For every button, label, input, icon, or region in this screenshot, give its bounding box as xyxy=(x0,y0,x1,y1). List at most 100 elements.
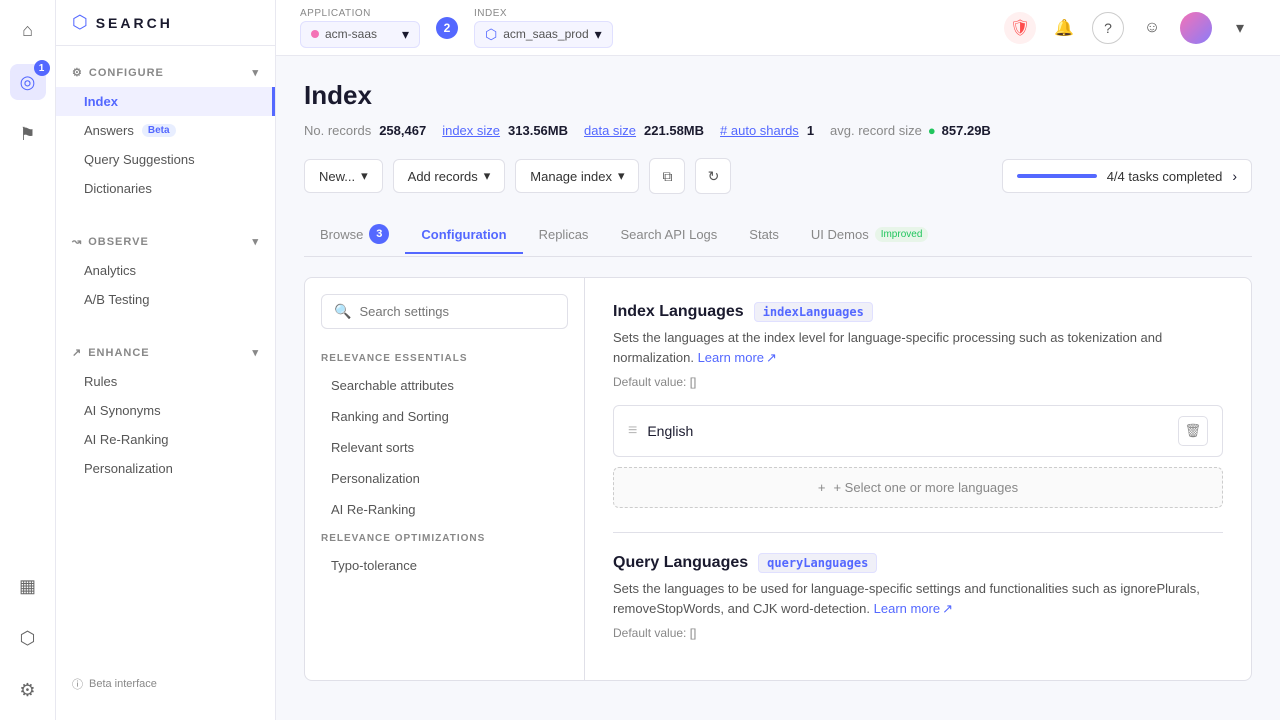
topnav: Application acm-saas ▾ 2 Index ⬡ acm_saa… xyxy=(276,0,1280,56)
app-dot xyxy=(311,30,319,38)
query-languages-title: Query Languages queryLanguages xyxy=(613,553,1223,573)
section-divider xyxy=(613,532,1223,533)
improved-badge: Improved xyxy=(875,227,929,242)
icon-bar: ⌂ ◎ 1 ⚑ ▦ ⬡ ⚙ xyxy=(0,0,56,720)
topnav-right: 🛡 🔔 ? ☺ ▾ xyxy=(1004,12,1256,44)
configure-header[interactable]: ⚙ CONFIGURE ▾ xyxy=(56,58,275,87)
new-button[interactable]: New... ▾ xyxy=(304,159,383,193)
new-chevron-icon: ▾ xyxy=(361,168,368,184)
menu-personalization[interactable]: Personalization xyxy=(321,463,568,494)
index-languages-default: Default value: [] xyxy=(613,375,1223,389)
plus-icon: + xyxy=(818,480,826,495)
tabs: Browse 3 Configuration Replicas Search A… xyxy=(304,214,1252,257)
help-icon[interactable]: ? xyxy=(1092,12,1124,44)
index-select[interactable]: ⬡ acm_saas_prod ▾ xyxy=(474,21,613,48)
index-languages-learn-more[interactable]: Learn more ↗ xyxy=(698,348,777,368)
chart-icon[interactable]: ▦ xyxy=(10,568,46,604)
stat-no-records: No. records 258,467 xyxy=(304,123,426,138)
query-languages-default: Default value: [] xyxy=(613,626,1223,640)
config-pane: 🔍 RELEVANCE ESSENTIALS Searchable attrib… xyxy=(304,277,1252,681)
stat-index-size: index size 313.56MB xyxy=(442,123,568,138)
app-name: acm-saas xyxy=(325,27,396,41)
add-language-button[interactable]: + + Select one or more languages xyxy=(613,467,1223,508)
sidebar-item-index[interactable]: Index xyxy=(56,87,275,116)
delete-english-button[interactable]: 🗑 xyxy=(1178,416,1208,446)
config-left-panel: 🔍 RELEVANCE ESSENTIALS Searchable attrib… xyxy=(305,278,585,680)
app-chevron-icon: ▾ xyxy=(402,26,409,43)
tab-stats[interactable]: Stats xyxy=(733,217,795,254)
sidebar-item-analytics[interactable]: Analytics xyxy=(56,256,275,285)
tab-configuration[interactable]: Configuration xyxy=(405,217,522,254)
database-icon[interactable]: ⬡ xyxy=(10,620,46,656)
main-area: Application acm-saas ▾ 2 Index ⬡ acm_saa… xyxy=(276,0,1280,720)
answers-beta-badge: Beta xyxy=(142,124,176,137)
sidebar-item-ab-testing[interactable]: A/B Testing xyxy=(56,285,275,314)
refresh-button[interactable]: ↻ xyxy=(695,158,731,194)
observe-header[interactable]: ↝ OBSERVE ▾ xyxy=(56,227,275,256)
stat-auto-shards: # auto shards 1 xyxy=(720,123,814,138)
smile-icon[interactable]: ☺ xyxy=(1136,12,1168,44)
page-title: Index xyxy=(304,80,1252,111)
language-name: English xyxy=(647,423,1168,439)
sidebar-item-rules[interactable]: Rules xyxy=(56,367,275,396)
enhance-section: ↗ ENHANCE ▾ Rules AI Synonyms AI Re-Rank… xyxy=(56,326,275,495)
pin-icon[interactable]: ⚑ xyxy=(10,116,46,152)
stat-data-size: data size 221.58MB xyxy=(584,123,704,138)
logo-text: SEARCH xyxy=(96,15,173,31)
index-name: acm_saas_prod xyxy=(503,27,588,41)
query-languages-learn-more[interactable]: Learn more ↗ xyxy=(874,599,953,619)
query-languages-desc: Sets the languages to be used for langua… xyxy=(613,579,1223,618)
add-records-button[interactable]: Add records ▾ xyxy=(393,159,506,193)
relevance-optimizations-header: RELEVANCE OPTIMIZATIONS xyxy=(321,525,568,550)
browse-badge: 3 xyxy=(369,224,389,244)
sidebar-item-answers[interactable]: Answers Beta xyxy=(56,116,275,145)
drag-handle-icon[interactable]: ≡ xyxy=(628,422,637,440)
index-languages-title: Index Languages indexLanguages xyxy=(613,302,1223,322)
home-icon[interactable]: ⌂ xyxy=(10,12,46,48)
menu-relevant-sorts[interactable]: Relevant sorts xyxy=(321,432,568,463)
language-english-item: ≡ English 🗑 xyxy=(613,405,1223,457)
search-settings-input[interactable] xyxy=(359,304,555,319)
tab-browse[interactable]: Browse 3 xyxy=(304,214,405,256)
tasks-chevron-icon: › xyxy=(1232,168,1237,184)
index-chevron-icon: ▾ xyxy=(595,26,602,43)
copy-button[interactable]: ⧉ xyxy=(649,158,685,194)
observe-section: ↝ OBSERVE ▾ Analytics A/B Testing xyxy=(56,215,275,326)
beta-interface-label[interactable]: ⓘ Beta interface xyxy=(72,676,259,692)
tasks-progress-bar xyxy=(1017,174,1097,178)
menu-ai-re-ranking[interactable]: AI Re-Ranking xyxy=(321,494,568,525)
beta-icon: ⓘ xyxy=(72,676,83,692)
relevance-essentials-header: RELEVANCE ESSENTIALS xyxy=(321,345,568,370)
menu-typo-tolerance[interactable]: Typo-tolerance xyxy=(321,550,568,581)
bell-icon[interactable]: 🔔 xyxy=(1048,12,1080,44)
menu-searchable-attributes[interactable]: Searchable attributes xyxy=(321,370,568,401)
sidebar-item-ai-re-ranking[interactable]: AI Re-Ranking xyxy=(56,425,275,454)
user-avatar[interactable] xyxy=(1180,12,1212,44)
observe-chart-icon: ↝ xyxy=(72,235,82,248)
application-select[interactable]: acm-saas ▾ xyxy=(300,21,420,48)
shield-icon[interactable]: 🛡 xyxy=(1004,12,1036,44)
gear-icon[interactable]: ⚙ xyxy=(10,672,46,708)
sidebar-item-ai-synonyms[interactable]: AI Synonyms xyxy=(56,396,275,425)
sidebar-item-dictionaries[interactable]: Dictionaries xyxy=(56,174,275,203)
observe-chevron-icon: ▾ xyxy=(252,235,259,248)
tab-search-api-logs[interactable]: Search API Logs xyxy=(604,217,733,254)
manage-index-button[interactable]: Manage index ▾ xyxy=(515,159,639,193)
menu-ranking-sorting[interactable]: Ranking and Sorting xyxy=(321,401,568,432)
stat-avg-record: avg. record size ● 857.29B xyxy=(830,123,991,138)
sidebar-item-personalization[interactable]: Personalization xyxy=(56,454,275,483)
tasks-completed-bar[interactable]: 4/4 tasks completed › xyxy=(1002,159,1252,193)
query-languages-code-tag: queryLanguages xyxy=(758,553,877,573)
configure-chevron-icon: ▾ xyxy=(252,66,259,79)
search-settings-input-wrap[interactable]: 🔍 xyxy=(321,294,568,329)
logo-icon: ⬡ xyxy=(72,12,88,33)
toolbar: New... ▾ Add records ▾ Manage index ▾ ⧉ … xyxy=(304,158,1252,194)
nav-chevron-icon[interactable]: ▾ xyxy=(1224,12,1256,44)
tab-replicas[interactable]: Replicas xyxy=(523,217,605,254)
tab-ui-demos[interactable]: UI Demos Improved xyxy=(795,217,944,254)
query-external-link-icon: ↗ xyxy=(942,599,953,619)
add-chevron-icon: ▾ xyxy=(484,168,491,184)
enhance-chevron-icon: ▾ xyxy=(252,346,259,359)
enhance-header[interactable]: ↗ ENHANCE ▾ xyxy=(56,338,275,367)
sidebar-item-query-suggestions[interactable]: Query Suggestions xyxy=(56,145,275,174)
